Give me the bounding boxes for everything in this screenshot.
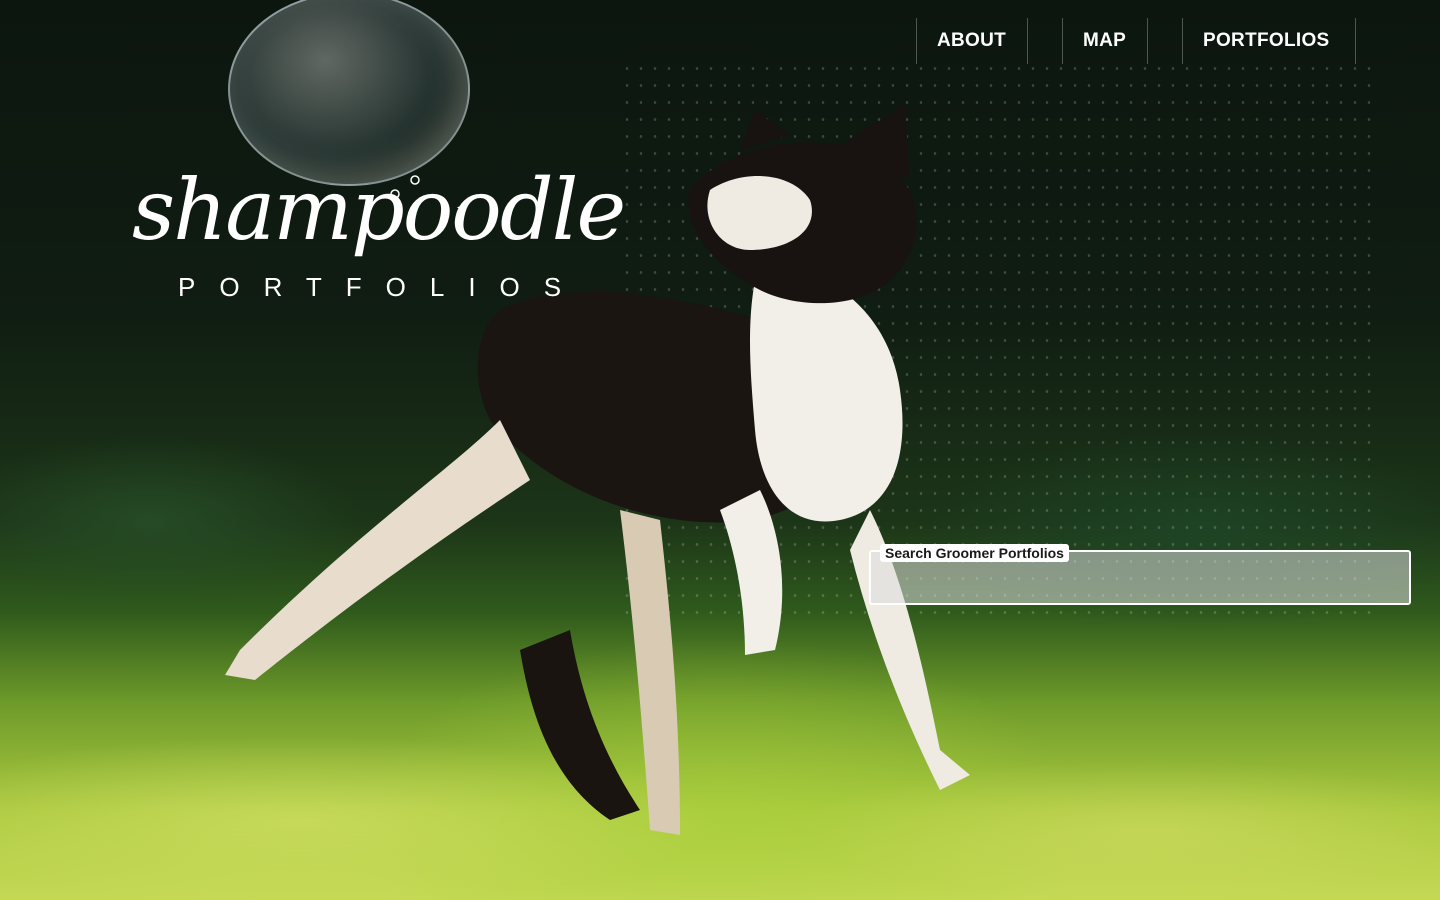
groomer-search: Search Groomer Portfolios — [869, 544, 1411, 605]
logo-wordmark: shampoodle — [132, 161, 626, 259]
nav-about-link[interactable]: ABOUT — [916, 18, 1028, 64]
soap-bubble — [228, 0, 470, 186]
hero-background-photo — [0, 0, 1440, 900]
site-logo[interactable]: shampoodle PORTFOLIOS — [132, 168, 626, 308]
nav-portfolios-link[interactable]: PORTFOLIOS — [1182, 18, 1356, 64]
search-label: Search Groomer Portfolios — [880, 544, 1069, 562]
nav-map-link[interactable]: MAP — [1062, 18, 1148, 64]
logo-subtitle: PORTFOLIOS — [178, 272, 586, 302]
main-nav: ABOUT MAP PORTFOLIOS — [916, 18, 1356, 64]
